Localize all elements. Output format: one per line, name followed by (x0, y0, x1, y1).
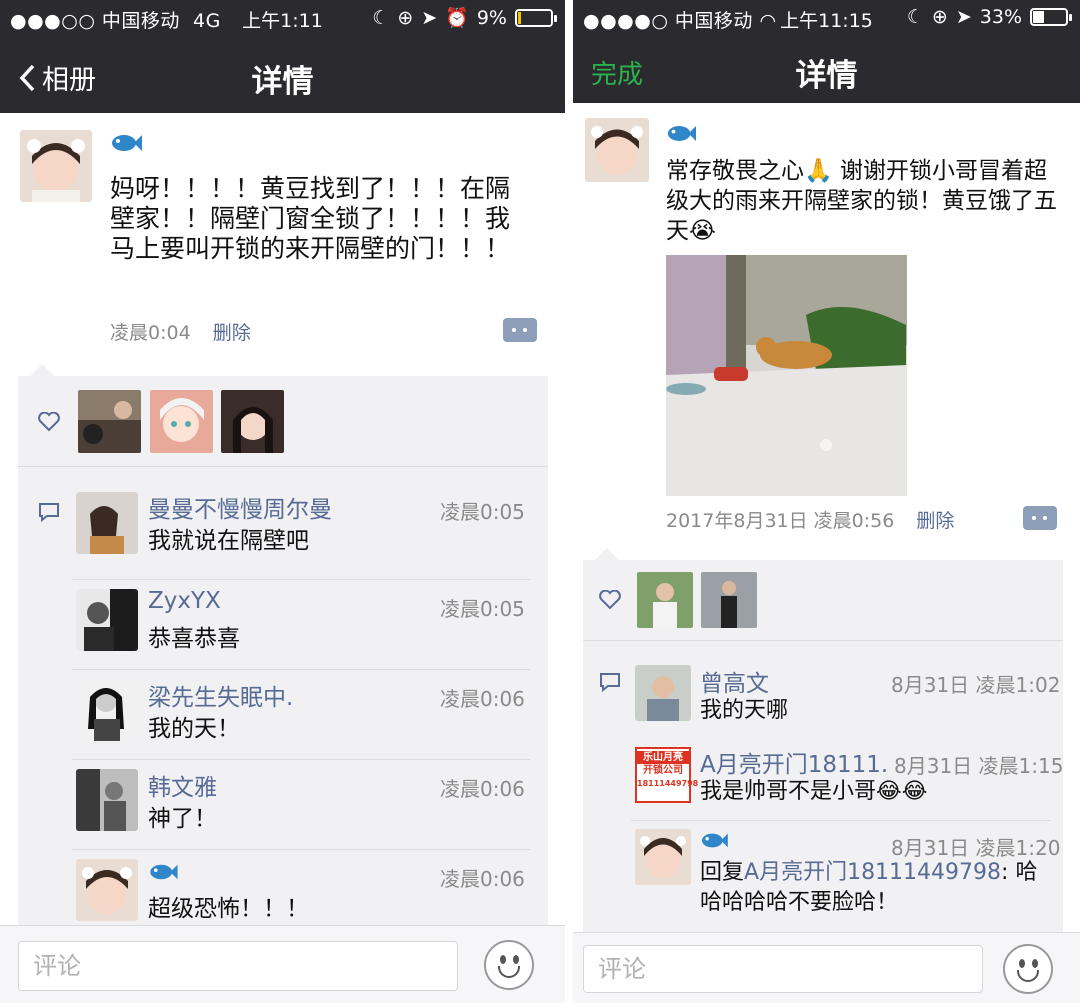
comment-text: 神了！ (148, 806, 217, 832)
like-avatar[interactable] (78, 390, 141, 453)
emoji-button[interactable] (1003, 944, 1053, 994)
right-screenshot: ●●●●○ 中国移动 ◠ 上午11:15 ☾ ⊕ ➤ 33% 完成 详情 常存敬… (573, 0, 1080, 1003)
moon-icon: ☾ (372, 6, 390, 29)
commenter-avatar[interactable] (76, 859, 138, 921)
page-title: 详情 (795, 58, 858, 94)
comment-text: 我就说在隔壁吧 (148, 528, 309, 554)
comment-icon (600, 673, 620, 692)
post-time: 凌晨0:04 (110, 322, 191, 344)
fish-icon[interactable] (148, 862, 178, 888)
reply-prefix: 回复 (700, 860, 745, 885)
emoji-button[interactable] (484, 940, 534, 990)
post-photo[interactable] (666, 255, 907, 496)
post-text: 妈呀！！！！黄豆找到了！！！在隔壁家！！隔壁门窗全锁了！！！！我马上要叫开锁的来… (110, 174, 511, 263)
commenter-name[interactable]: 梁先生失眠中. (148, 678, 428, 712)
commenter-avatar[interactable] (76, 769, 138, 831)
comment-icon (39, 503, 59, 522)
post-text: 常存敬畏之心🙏 谢谢开锁小哥冒着超级大的雨来开隔壁家的锁！黄豆饿了五天😭 (666, 158, 1057, 244)
like-avatar[interactable] (221, 390, 284, 453)
comment-time: 8月31日 凌晨1:15 (894, 754, 1064, 778)
comment-time: 凌晨0:05 (440, 597, 525, 621)
interactions-box (18, 376, 548, 936)
status-bar: ●●●●○ 中国移动 ◠ 上午11:15 ☾ ⊕ ➤ 33% (573, 0, 1080, 36)
commenter-name[interactable]: A月亮开门18111... (700, 745, 890, 779)
comment-text: 超级恐怖！！！ (148, 896, 309, 922)
box-pointer (595, 548, 619, 560)
comment-text: 我的天哪 (700, 698, 789, 723)
comment-time: 8月31日 凌晨1:02 (891, 673, 1061, 697)
more-actions-button[interactable] (503, 318, 537, 342)
heart-icon (38, 412, 60, 432)
comment-time: 8月31日 凌晨1:20 (891, 836, 1061, 860)
commenter-avatar[interactable]: 乐山月亮 开锁公司 18111449798 (635, 747, 698, 803)
divider (72, 759, 530, 760)
status-bar: ●●●○○ 中国移动 4G 上午1:11 ☾ ⊕ ➤ ⏰ 9% (0, 0, 565, 36)
commenter-avatar[interactable] (76, 589, 138, 651)
delete-link[interactable]: 删除 (916, 510, 954, 532)
battery-percent: 33% (979, 6, 1022, 28)
post-meta: 2017年8月31日 凌晨0:56 删除 (666, 506, 954, 533)
commenter-avatar[interactable] (76, 679, 138, 741)
lock-rotation-icon: ⊕ (931, 6, 948, 28)
comment-text: 我的天！ (148, 716, 240, 742)
commenter-name[interactable]: 韩文雅 (148, 768, 428, 802)
fish-icon[interactable] (700, 830, 728, 856)
battery-icon (1030, 8, 1072, 26)
comment-time: 凌晨0:05 (440, 500, 525, 524)
like-avatar[interactable] (150, 390, 213, 453)
reply-target-link[interactable]: A月亮开门18111449798 (744, 860, 1001, 885)
comment-input[interactable]: 评论 (583, 945, 983, 993)
commenter-avatar[interactable] (635, 665, 691, 721)
location-icon: ➤ (421, 6, 438, 29)
divider (72, 669, 530, 670)
alarm-icon: ⏰ (445, 7, 469, 29)
battery-icon (515, 8, 557, 27)
lock-rotation-icon: ⊕ (397, 6, 414, 29)
battery-percent: 9% (476, 6, 507, 29)
divider (18, 466, 548, 467)
fish-icon[interactable] (110, 132, 142, 160)
box-pointer (30, 364, 54, 376)
page-title: 详情 (251, 64, 314, 100)
left-screenshot: ●●●○○ 中国移动 4G 上午1:11 ☾ ⊕ ➤ ⏰ 9% 相册 详情 妈呀… (0, 0, 565, 1003)
nav-bar: 完成 详情 (573, 36, 1080, 103)
commenter-avatar[interactable] (635, 829, 691, 885)
like-avatar[interactable] (637, 572, 693, 628)
avatar[interactable] (20, 130, 92, 202)
comment-input[interactable]: 评论 (18, 941, 458, 991)
commenter-name[interactable]: 曼曼不慢慢周尔曼 (148, 490, 428, 524)
comment-time: 凌晨0:06 (440, 867, 525, 891)
delete-link[interactable]: 删除 (213, 322, 251, 344)
post-time: 2017年8月31日 凌晨0:56 (666, 510, 895, 532)
location-icon: ➤ (955, 6, 972, 28)
post-meta: 凌晨0:04 删除 (110, 318, 251, 345)
fish-icon[interactable] (666, 122, 696, 150)
commenter-name[interactable]: 曾高文 (700, 664, 870, 698)
more-actions-button[interactable] (1023, 506, 1057, 530)
divider (631, 820, 1051, 821)
divider (72, 849, 530, 850)
divider (72, 579, 530, 580)
avatar[interactable] (585, 118, 649, 182)
screenshot-separator (565, 0, 573, 1003)
commenter-name[interactable]: ZyxYX (148, 588, 428, 614)
comment-bar: 评论 (0, 925, 565, 1003)
comment-time: 凌晨0:06 (440, 687, 525, 711)
divider (583, 640, 1063, 641)
comment-text: 恭喜恭喜 (148, 626, 240, 652)
commenter-avatar[interactable] (76, 492, 138, 554)
nav-bar: 相册 详情 (0, 36, 565, 113)
heart-icon (599, 590, 621, 610)
comment-time: 凌晨0:06 (440, 777, 525, 801)
comment-text: 回复A月亮开门18111449798: 哈哈哈哈哈不要脸哈！ (700, 858, 1040, 918)
comment-bar: 评论 (573, 932, 1080, 1003)
moon-icon: ☾ (906, 6, 924, 28)
comment-text: 我是帅哥不是小哥😂😂 (700, 779, 928, 804)
like-avatar[interactable] (701, 572, 757, 628)
